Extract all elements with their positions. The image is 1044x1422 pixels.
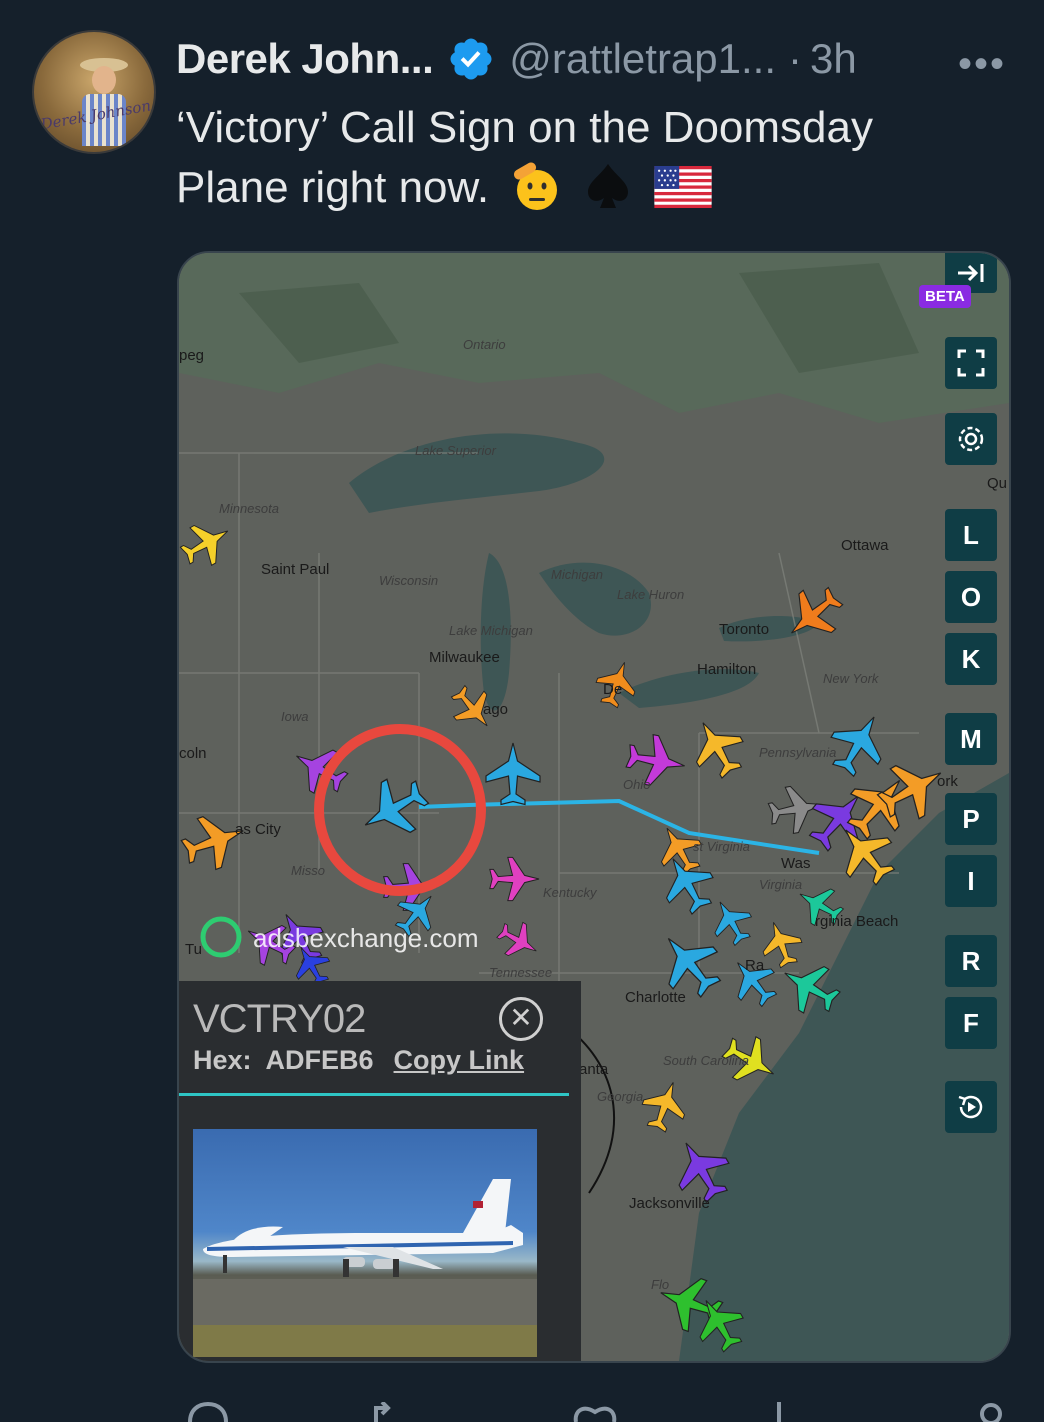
beta-badge: BETA [919,285,971,308]
verified-badge-icon [450,38,492,80]
post-action-bar [176,1398,1006,1422]
label-atlanta: anta [579,1061,609,1078]
label-quebec: Qu [987,475,1008,492]
label-lake-huron: Lake Huron [617,587,685,602]
author-avatar[interactable]: Derek Johnson [32,30,156,154]
author-handle[interactable]: @rattletrap1... [509,35,776,83]
fullscreen-icon[interactable] [945,337,997,389]
map-control-o[interactable]: O [945,571,997,623]
label-saint-paul: Saint Paul [261,561,330,578]
label-detroit: De [603,681,623,698]
label-toronto: Toronto [719,621,770,638]
settings-gear-icon[interactable] [945,413,997,465]
label-lake-michigan: Lake Michigan [449,623,533,638]
repost-icon[interactable] [372,1402,412,1422]
author-name[interactable]: Derek John... [176,35,434,83]
label-washington: Was [781,855,811,872]
label-wisconsin: Wisconsin [379,573,439,588]
label-south-carolina: South Carolina [663,1053,749,1068]
label-tulsa: Tu [185,941,202,958]
map-control-m[interactable]: M [945,713,997,765]
post-header: Derek John... @rattletrap1... · 3h [176,34,857,84]
map-control-r[interactable]: R [945,935,997,987]
reply-icon[interactable] [186,1402,230,1422]
label-georgia: Georgia [597,1089,644,1104]
post-text-line1: ‘Victory’ Call Sign on the Doomsday [176,103,873,152]
label-winnipeg: peg [179,347,205,364]
label-charlotte: Charlotte [625,989,686,1006]
label-virginia: Virginia [759,877,803,892]
label-west-virginia: st Virginia [693,839,750,854]
share-icon[interactable] [976,1402,1006,1422]
post-media-map[interactable]: Ontario Lake Superior Minnesota Saint Pa… [177,251,1011,1363]
label-raleigh: Ra [745,957,765,974]
hex-label: Hex: [193,1045,252,1075]
label-kansas-city: as City [235,821,281,838]
hex-value: ADFEB6 [265,1045,374,1075]
label-florida: Flo [651,1277,670,1292]
label-jacksonville: Jacksonville [629,1195,710,1212]
label-virginia-beach: rginia Beach [815,913,899,930]
map-control-i[interactable]: I [945,855,997,907]
label-lincoln: coln [179,745,207,762]
label-milwaukee: Milwaukee [429,649,500,666]
label-hamilton: Hamilton [697,661,757,678]
close-panel-icon[interactable]: ✕ [499,997,543,1041]
replay-icon[interactable] [945,1081,997,1133]
spade-suit-emoji [587,164,628,208]
us-flag-emoji [654,166,712,208]
map-control-k[interactable]: K [945,633,997,685]
saluting-face-emoji [514,162,558,210]
label-missouri: Misso [291,863,325,878]
label-iowa: Iowa [281,709,309,724]
post-text-line2: Plane right now. [176,163,490,212]
label-ohio: Ohio [623,777,651,792]
views-icon[interactable] [774,1402,784,1422]
avatar-head [92,66,116,94]
hex-row: Hex: ADFEB6 Copy Link [193,1045,524,1076]
label-tennessee: Tennessee [489,965,553,980]
label-lake-superior: Lake Superior [415,443,496,458]
label-kentucky: Kentucky [543,885,597,900]
aircraft-photo [193,1129,537,1357]
label-ontario: Ontario [463,337,506,352]
more-options-icon[interactable]: ••• [958,42,1006,87]
aircraft-info-panel: VCTRY02 ✕ Hex: ADFEB6 Copy Link [179,981,581,1361]
copy-link-button[interactable]: Copy Link [394,1045,525,1075]
time-separator: · [788,35,803,82]
label-york: ork [937,773,958,790]
label-chicago: ago [483,701,509,718]
map-control-l[interactable]: L [945,509,997,561]
label-minnesota: Minnesota [219,501,279,516]
label-michigan: Michigan [551,567,604,582]
label-ottawa: Ottawa [841,537,889,554]
post-time[interactable]: 3h [810,35,857,83]
panel-divider [179,1093,569,1096]
like-icon[interactable] [572,1402,618,1422]
map-control-p[interactable]: P [945,793,997,845]
map-watermark: adsbexchange.com [253,923,479,953]
map-control-f[interactable]: F [945,997,997,1049]
aircraft-callsign: VCTRY02 [193,997,366,1041]
post-text: ‘Victory’ Call Sign on the Doomsday Plan… [176,98,996,218]
label-pennsylvania: Pennsylvania [759,745,837,760]
label-new-york: New York [823,671,879,686]
